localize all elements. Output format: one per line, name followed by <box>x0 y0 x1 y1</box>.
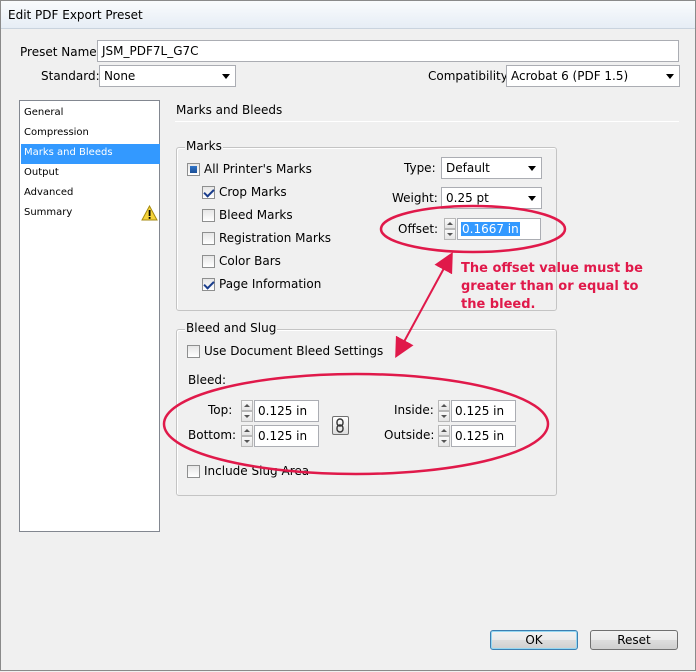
inside-input[interactable]: 0.125 in <box>451 400 516 422</box>
sidebar-item-general[interactable]: General <box>21 104 160 124</box>
ok-button[interactable]: OK <box>490 630 578 650</box>
color-bars-label: Color Bars <box>219 254 281 268</box>
dialog-window: Edit PDF Export Preset Preset Name: JSM_… <box>0 0 696 671</box>
stepper-up-icon[interactable] <box>438 425 450 436</box>
sidebar-item-compression[interactable]: Compression <box>21 124 160 144</box>
window-title: Edit PDF Export Preset <box>8 8 143 22</box>
color-bars-checkbox[interactable] <box>202 255 215 268</box>
stepper-down-icon[interactable] <box>241 436 253 447</box>
use-document-bleed-label: Use Document Bleed Settings <box>204 344 384 358</box>
title-bar: Edit PDF Export Preset <box>1 1 695 29</box>
top-input[interactable]: 0.125 in <box>254 400 319 422</box>
all-printers-marks-checkbox[interactable] <box>187 163 200 176</box>
stepper-down-icon[interactable] <box>438 436 450 447</box>
link-icon[interactable] <box>332 416 349 435</box>
panel-title: Marks and Bleeds <box>176 103 283 117</box>
reset-button[interactable]: Reset <box>590 630 678 650</box>
bottom-label: Bottom: <box>188 428 237 442</box>
offset-label: Offset: <box>398 222 439 236</box>
inside-stepper[interactable] <box>438 400 450 422</box>
registration-marks-label: Registration Marks <box>219 231 332 245</box>
crop-marks-label: Crop Marks <box>219 185 287 199</box>
annotation-line: The offset value must be <box>461 261 643 276</box>
sidebar-item-summary[interactable]: Summary <box>21 204 160 224</box>
standard-value: None <box>104 69 136 83</box>
weight-label: Weight: <box>392 191 438 205</box>
outside-stepper[interactable] <box>438 425 450 447</box>
standard-select[interactable]: None <box>99 65 236 87</box>
all-printers-marks-label: All Printer's Marks <box>204 162 312 176</box>
weight-select[interactable]: 0.25 pt <box>441 187 542 209</box>
stepper-up-icon[interactable] <box>241 400 253 411</box>
type-value: Default <box>446 161 490 175</box>
chevron-down-icon <box>528 166 536 171</box>
stepper-down-icon[interactable] <box>438 411 450 422</box>
sidebar-item-label: Output <box>24 167 59 178</box>
outside-input[interactable]: 0.125 in <box>451 425 516 447</box>
registration-marks-checkbox[interactable] <box>202 232 215 245</box>
bleed-label: Bleed: <box>188 373 226 387</box>
stepper-up-icon[interactable] <box>438 400 450 411</box>
page-information-checkbox[interactable] <box>202 278 215 291</box>
marks-group-title: Marks <box>185 139 223 153</box>
annotation-note: The offset value must be greater than or… <box>461 260 651 314</box>
offset-value: 0.1667 in <box>461 222 520 236</box>
sidebar-item-marks-and-bleeds[interactable]: Marks and Bleeds <box>21 144 160 164</box>
bleed-marks-checkbox[interactable] <box>202 209 215 222</box>
divider <box>175 121 679 122</box>
include-slug-checkbox[interactable] <box>187 465 200 478</box>
type-select[interactable]: Default <box>441 157 542 179</box>
sidebar-item-label: Summary <box>24 207 73 218</box>
bleed-marks-label: Bleed Marks <box>219 208 293 222</box>
sidebar-item-label: General <box>24 107 64 118</box>
chain-link-icon <box>336 418 344 433</box>
bottom-stepper[interactable] <box>241 425 253 447</box>
use-document-bleed-checkbox[interactable] <box>187 345 200 358</box>
chevron-down-icon <box>666 74 674 79</box>
sidebar-item-label: Compression <box>24 127 89 138</box>
type-label: Type: <box>404 161 436 175</box>
include-slug-label: Include Slug Area <box>204 464 310 478</box>
standard-label: Standard: <box>41 69 100 83</box>
chevron-down-icon <box>222 74 230 79</box>
page-information-label: Page Information <box>219 277 322 291</box>
top-stepper[interactable] <box>241 400 253 422</box>
annotation-line: the bleed. <box>461 297 536 312</box>
stepper-up-icon[interactable] <box>444 218 456 229</box>
category-sidebar: General Compression Marks and Bleeds Out… <box>19 100 160 532</box>
bottom-input[interactable]: 0.125 in <box>254 425 319 447</box>
preset-name-label: Preset Name: <box>20 45 101 59</box>
crop-marks-checkbox[interactable] <box>202 186 215 199</box>
offset-stepper[interactable] <box>444 218 456 240</box>
offset-input[interactable]: 0.1667 in <box>457 218 541 240</box>
outside-label: Outside: <box>384 428 435 442</box>
weight-value: 0.25 pt <box>446 191 489 205</box>
inside-label: Inside: <box>394 403 434 417</box>
stepper-down-icon[interactable] <box>241 411 253 422</box>
preset-name-input[interactable]: JSM_PDF7L_G7C <box>97 40 679 62</box>
sidebar-item-advanced[interactable]: Advanced <box>21 184 160 204</box>
annotation-line: greater than or equal to <box>461 279 639 294</box>
chevron-down-icon <box>528 196 536 201</box>
top-label: Top: <box>208 403 233 417</box>
sidebar-item-output[interactable]: Output <box>21 164 160 184</box>
compatibility-select[interactable]: Acrobat 6 (PDF 1.5) <box>506 65 680 87</box>
compatibility-value: Acrobat 6 (PDF 1.5) <box>511 69 629 83</box>
warning-icon <box>141 205 158 221</box>
sidebar-item-label: Marks and Bleeds <box>24 147 113 158</box>
bleed-slug-group-title: Bleed and Slug <box>185 321 278 335</box>
stepper-down-icon[interactable] <box>444 229 456 240</box>
compatibility-label: Compatibility: <box>428 69 512 83</box>
sidebar-item-label: Advanced <box>24 187 74 198</box>
stepper-up-icon[interactable] <box>241 425 253 436</box>
